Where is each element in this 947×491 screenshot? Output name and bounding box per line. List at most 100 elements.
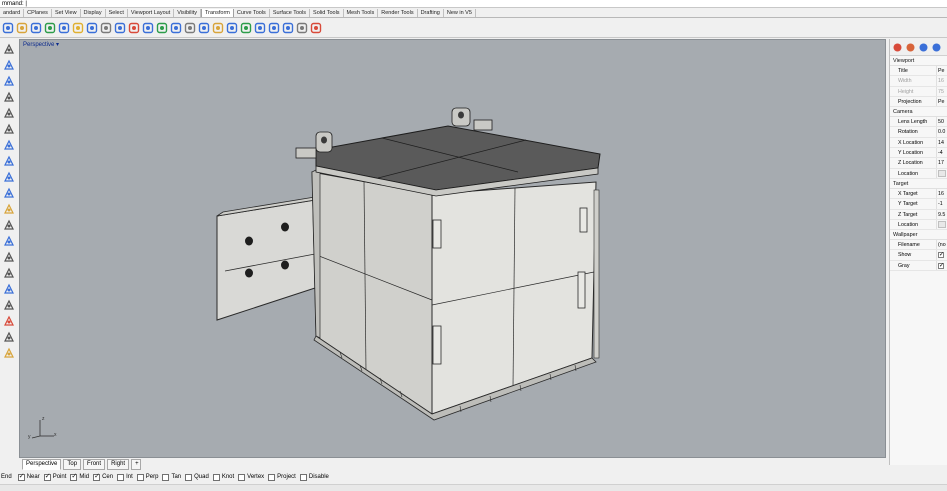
render-icon[interactable]: [3, 283, 15, 295]
check-icon[interactable]: [3, 331, 15, 343]
array-tool-icon[interactable]: [3, 235, 15, 247]
osnap-mid[interactable]: Mid: [70, 472, 89, 481]
osnap-checkbox[interactable]: [268, 473, 276, 481]
select-icon[interactable]: [3, 43, 15, 55]
panel-value-field[interactable]: (no: [936, 240, 947, 250]
toolbar-tab-set-view[interactable]: Set View: [52, 9, 81, 17]
checkbox[interactable]: [938, 250, 944, 260]
osnap-checkbox[interactable]: [299, 473, 307, 481]
curve-icon[interactable]: [3, 123, 15, 135]
osnap-checkbox[interactable]: [43, 472, 51, 481]
maelstrom-icon[interactable]: [282, 22, 294, 34]
dimension-icon[interactable]: [3, 203, 15, 215]
boolean-icon[interactable]: [3, 251, 15, 263]
smash-icon[interactable]: [170, 22, 182, 34]
toolbar-tab-drafting[interactable]: Drafting: [418, 9, 444, 17]
toolbar-tab-curve-tools[interactable]: Curve Tools: [234, 9, 270, 17]
toolbar-tab-select[interactable]: Select: [106, 9, 128, 17]
copy-icon[interactable]: [16, 22, 28, 34]
array-icon[interactable]: [86, 22, 98, 34]
osnap-quad[interactable]: Quad: [185, 473, 209, 481]
move-icon[interactable]: [2, 22, 14, 34]
splop-icon[interactable]: [240, 22, 252, 34]
panel-value-field[interactable]: 16: [936, 188, 947, 199]
array-polar-icon[interactable]: [100, 22, 112, 34]
toolbar-tab-andard[interactable]: andard: [0, 9, 25, 17]
osnap-checkbox[interactable]: [212, 473, 220, 481]
panel-value-field[interactable]: 14: [936, 137, 947, 148]
cage-edit-icon[interactable]: [184, 22, 196, 34]
osnap-perp[interactable]: Perp: [136, 473, 158, 481]
material-icon[interactable]: [905, 42, 916, 53]
osnap-checkbox[interactable]: [70, 472, 78, 481]
toolbar-tab-render-tools[interactable]: Render Tools: [378, 9, 418, 17]
transform-icon[interactable]: [3, 219, 15, 231]
command-line[interactable]: mmand: |: [0, 0, 947, 8]
soft-move-icon[interactable]: [296, 22, 308, 34]
display-icon[interactable]: [918, 42, 929, 53]
shear-icon[interactable]: [268, 22, 280, 34]
perspective-viewport[interactable]: Perspective ▾ z x y: [19, 39, 886, 458]
fillet-icon[interactable]: [3, 139, 15, 151]
viewport-tab-top[interactable]: Top: [63, 458, 82, 470]
osnap-end[interactable]: End: [1, 474, 14, 480]
osnap-vertex[interactable]: Vertex: [238, 473, 264, 481]
toolbar-tab-cplanes[interactable]: CPlanes: [24, 9, 52, 17]
osnap-knot[interactable]: Knot: [212, 473, 234, 481]
checkbox[interactable]: [938, 261, 944, 270]
viewport-tab-right[interactable]: Right: [107, 458, 130, 470]
osnap-checkbox[interactable]: [17, 472, 25, 481]
align-icon[interactable]: [198, 22, 210, 34]
osnap-checkbox[interactable]: [117, 473, 125, 481]
osnap-disable[interactable]: Disable: [299, 473, 329, 481]
osnap-near[interactable]: Near: [17, 472, 40, 481]
panel-value-field[interactable]: 50: [936, 117, 947, 127]
panel-place-button[interactable]: [936, 168, 947, 178]
osnap-tan[interactable]: Tan: [162, 473, 181, 481]
layer-icon[interactable]: [3, 315, 15, 327]
osnap-cen[interactable]: Cen: [93, 472, 113, 481]
toolbar-tab-viewport-layout[interactable]: Viewport Layout: [128, 9, 175, 17]
osnap-checkbox[interactable]: [162, 473, 170, 481]
bend-icon[interactable]: [114, 22, 126, 34]
osnap-project[interactable]: Project: [268, 473, 296, 481]
osnap-checkbox[interactable]: [238, 473, 246, 481]
add-viewport-tab-button[interactable]: +: [131, 458, 142, 470]
viewport-tab-front[interactable]: Front: [83, 458, 106, 470]
layers-icon[interactable]: [931, 42, 942, 53]
mesh-icon[interactable]: [3, 187, 15, 199]
rectangle-icon[interactable]: [3, 107, 15, 119]
panel-value-field[interactable]: -4: [936, 148, 947, 158]
osnap-checkbox[interactable]: [136, 473, 144, 481]
toolbar-tab-new-in-v5[interactable]: New in V5: [444, 9, 476, 17]
gumball-icon[interactable]: [310, 22, 322, 34]
place-button-icon[interactable]: [938, 220, 946, 228]
panel-checkbox[interactable]: [936, 260, 947, 271]
set-points-icon[interactable]: [212, 22, 224, 34]
panel-value-field[interactable]: Pe: [936, 96, 947, 107]
panel-value-field[interactable]: 17: [936, 158, 947, 168]
osnap-checkbox[interactable]: [185, 473, 193, 481]
analyze-icon[interactable]: [3, 267, 15, 279]
properties-icon[interactable]: [892, 42, 903, 53]
panel-checkbox[interactable]: [936, 250, 947, 260]
paint-icon[interactable]: [3, 347, 15, 359]
scale-icon[interactable]: [44, 22, 56, 34]
project-icon[interactable]: [226, 22, 238, 34]
toolbar-tab-mesh-tools[interactable]: Mesh Tools: [344, 9, 379, 17]
flow-icon[interactable]: [156, 22, 168, 34]
point-icon[interactable]: [3, 59, 15, 71]
toolbar-tab-visibility[interactable]: Visibility: [174, 9, 201, 17]
viewport-title[interactable]: Perspective ▾: [23, 41, 59, 48]
panel-value-field[interactable]: 9.5: [936, 209, 947, 219]
mirror-icon[interactable]: [58, 22, 70, 34]
surface-icon[interactable]: [3, 155, 15, 167]
gear-icon[interactable]: [3, 299, 15, 311]
panel-value-field[interactable]: 0.0: [936, 127, 947, 137]
osnap-point[interactable]: Point: [43, 472, 66, 481]
panel-value-field[interactable]: Pe: [936, 66, 947, 76]
panel-value-field[interactable]: -1: [936, 199, 947, 209]
place-button-icon[interactable]: [938, 169, 946, 177]
orient-icon[interactable]: [72, 22, 84, 34]
toolbar-tab-solid-tools[interactable]: Solid Tools: [310, 9, 344, 17]
